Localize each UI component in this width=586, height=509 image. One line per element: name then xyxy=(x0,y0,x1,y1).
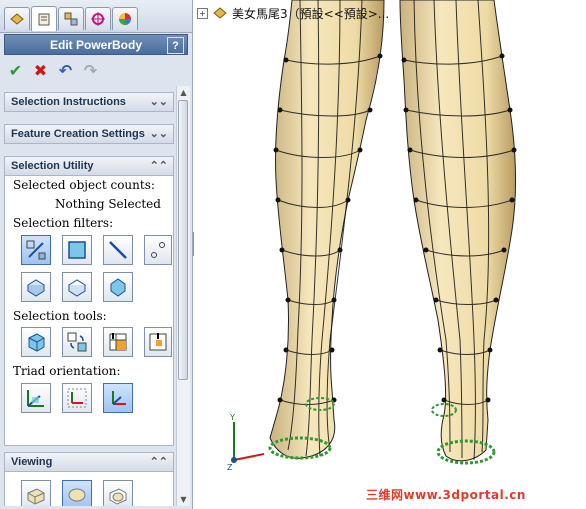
group-title: Feature Creation Settings xyxy=(11,128,145,140)
selection-utility-body: Selected object counts: Nothing Selected… xyxy=(4,176,174,446)
grow-selection-icon[interactable] xyxy=(103,327,133,357)
scroll-thumb[interactable] xyxy=(178,100,188,380)
group-title: Viewing xyxy=(11,456,53,468)
group-selection-instructions[interactable]: Selection Instructions ⌄⌄ xyxy=(4,92,174,112)
filter-vertex-icon[interactable] xyxy=(21,235,51,265)
part-icon xyxy=(213,7,227,19)
expand-chevron-icon[interactable]: ⌄⌄ xyxy=(150,127,168,140)
feature-tree-root[interactable]: + 美女馬尾3（預設<<預設>... xyxy=(197,5,389,21)
view-box-icon[interactable] xyxy=(21,480,51,506)
filter-edge-icon[interactable] xyxy=(103,235,133,265)
panel-title: Edit PowerBody xyxy=(49,37,142,52)
site-watermark: 三维网www.3dportal.cn xyxy=(366,488,526,502)
selection-filters-label: Selection filters: xyxy=(13,216,114,230)
display-manager-icon[interactable] xyxy=(112,7,138,30)
triad-orientation-label: Triad orientation: xyxy=(13,364,121,378)
view-triad: Y Z xyxy=(227,413,265,472)
property-groups: Selection Instructions ⌄⌄ Feature Creati… xyxy=(4,86,176,506)
selected-counts-label: Selected object counts: xyxy=(13,178,155,192)
filter-solid-icon[interactable] xyxy=(21,272,51,302)
filter-face-icon[interactable] xyxy=(62,235,92,265)
shrink-selection-icon[interactable] xyxy=(144,327,172,357)
undo-button[interactable]: ↶ xyxy=(56,61,75,80)
view-both-icon[interactable] xyxy=(103,480,133,506)
part-name: 美女馬尾3（預設<<預設>... xyxy=(232,6,390,21)
collapse-chevron-icon[interactable]: ⌃⌃ xyxy=(150,159,168,172)
dimxpert-icon[interactable] xyxy=(85,7,111,30)
expand-tree-icon[interactable]: + xyxy=(197,7,208,19)
select-all-cube-icon[interactable] xyxy=(21,327,51,357)
filter-body-icon[interactable] xyxy=(103,272,133,302)
manager-tab-bar xyxy=(0,0,192,33)
filter-cage-icon[interactable] xyxy=(62,272,92,302)
right-leg-mesh xyxy=(399,0,517,462)
scroll-down-icon[interactable]: ▼ xyxy=(177,493,190,506)
triad-global-icon[interactable] xyxy=(21,383,51,413)
group-viewing[interactable]: Viewing ⌃⌃ xyxy=(4,452,174,472)
selection-tools-label: Selection tools: xyxy=(13,309,107,323)
cancel-button[interactable]: ✖ xyxy=(31,61,50,80)
group-title: Selection Utility xyxy=(11,160,94,172)
property-manager-title: Edit PowerBody ? xyxy=(4,34,188,55)
powerbody-model-legs[interactable]: Y Z xyxy=(194,0,586,509)
graphics-viewport[interactable]: Y Z xyxy=(194,0,586,509)
viewing-body xyxy=(4,472,174,506)
invert-selection-icon[interactable] xyxy=(62,327,92,357)
group-feature-creation-settings[interactable]: Feature Creation Settings ⌄⌄ xyxy=(4,124,174,144)
group-title: Selection Instructions xyxy=(11,96,126,108)
triad-screen-icon[interactable] xyxy=(103,383,133,413)
triad-local-icon[interactable] xyxy=(62,383,92,413)
collapse-chevron-icon[interactable]: ⌃⌃ xyxy=(150,455,168,468)
property-manager-panel: Edit PowerBody ? ✔ ✖ ↶ ↷ Selection Instr… xyxy=(0,0,193,509)
view-smooth-icon[interactable] xyxy=(62,480,92,506)
svg-text:Y: Y xyxy=(229,413,235,422)
panel-scrollbar[interactable]: ▲ ▼ xyxy=(176,86,190,506)
feature-manager-icon[interactable] xyxy=(4,7,30,30)
selected-counts-value: Nothing Selected xyxy=(55,197,161,211)
help-button[interactable]: ? xyxy=(167,37,184,54)
svg-text:Z: Z xyxy=(227,463,233,472)
scroll-up-icon[interactable]: ▲ xyxy=(177,86,190,99)
ok-button[interactable]: ✔ xyxy=(6,61,25,80)
filter-point-icon[interactable] xyxy=(144,235,172,265)
configuration-manager-icon[interactable] xyxy=(58,7,84,30)
group-selection-utility[interactable]: Selection Utility ⌃⌃ xyxy=(4,156,174,176)
redo-button: ↷ xyxy=(83,60,98,80)
property-manager-icon[interactable] xyxy=(31,6,57,31)
action-toolbar: ✔ ✖ ↶ ↷ xyxy=(6,59,100,81)
expand-chevron-icon[interactable]: ⌄⌄ xyxy=(150,95,168,108)
